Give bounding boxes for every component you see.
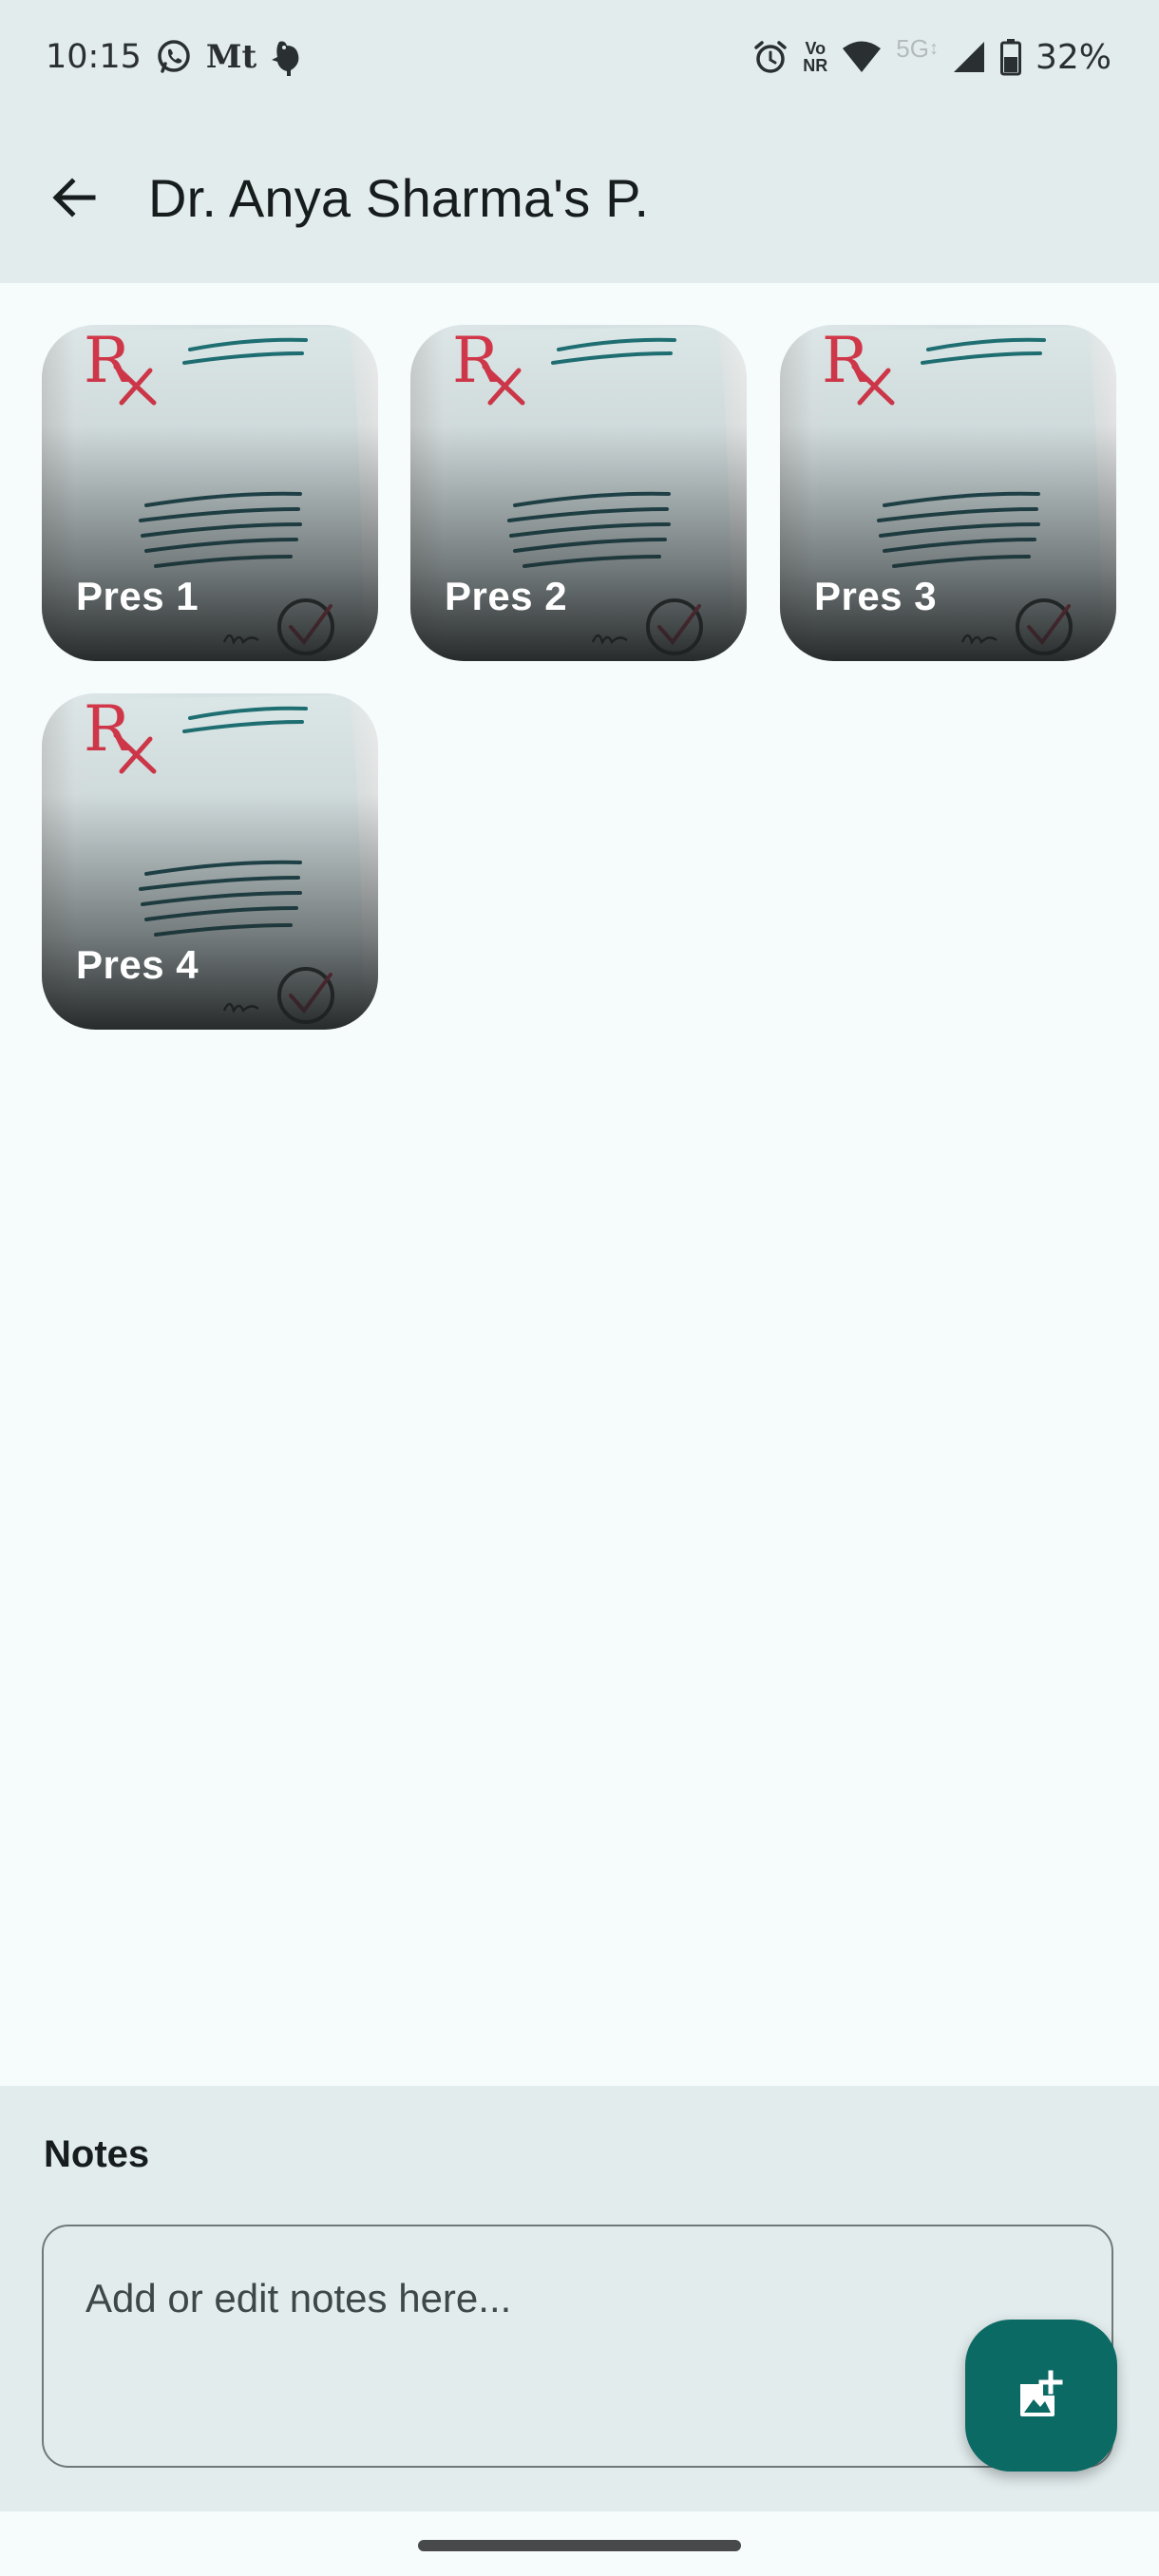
tile-label: Pres 4 bbox=[76, 942, 200, 987]
mail-icon: Mt bbox=[206, 38, 256, 76]
add-photo-button[interactable] bbox=[965, 2320, 1117, 2472]
gesture-nav-bar bbox=[0, 2511, 1159, 2576]
bird-icon bbox=[270, 36, 308, 78]
tile-label: Pres 1 bbox=[76, 574, 200, 618]
notes-heading: Notes bbox=[44, 2133, 150, 2175]
volte-label-top: Vo bbox=[805, 39, 826, 58]
tile-label: Pres 2 bbox=[445, 574, 568, 618]
add-photo-icon bbox=[1020, 2370, 1063, 2416]
status-left: 10:15 Mt bbox=[46, 34, 308, 80]
alarm-icon bbox=[751, 38, 789, 76]
prescription-tile[interactable]: R Pres 2 bbox=[410, 325, 747, 661]
carrier-text: Mt bbox=[205, 38, 257, 76]
whatsapp-icon bbox=[155, 38, 193, 76]
tile-label: Pres 3 bbox=[814, 574, 938, 618]
prescription-tile[interactable]: R Pres 4 bbox=[42, 693, 378, 1030]
network-type-label: 5G bbox=[896, 34, 929, 63]
volte-icon: Vo NR bbox=[803, 40, 827, 74]
status-right: Vo NR 5G ↕ 32% bbox=[751, 34, 1112, 80]
prescription-tile[interactable]: R Pres 3 bbox=[780, 325, 1116, 661]
signal-icon bbox=[952, 40, 986, 74]
status-time: 10:15 bbox=[46, 38, 142, 76]
notes-placeholder: Add or edit notes here... bbox=[86, 2276, 512, 2320]
battery-icon bbox=[999, 38, 1022, 76]
battery-percent: 32% bbox=[1035, 37, 1112, 77]
network-type: 5G ↕ bbox=[896, 34, 939, 63]
arrow-back-icon bbox=[52, 178, 96, 218]
app-bar: Dr. Anya Sharma's P. bbox=[0, 112, 1159, 283]
notes-input[interactable]: Add or edit notes here... bbox=[42, 2225, 1113, 2468]
volte-label-bottom: NR bbox=[803, 56, 828, 75]
status-bar: 10:15 Mt Vo NR 5G ↕ 32% bbox=[0, 0, 1159, 112]
back-button[interactable] bbox=[38, 161, 110, 234]
wifi-icon bbox=[841, 40, 883, 74]
home-handle[interactable] bbox=[418, 2540, 741, 2551]
prescription-tile[interactable]: R Pres 1 bbox=[42, 325, 378, 661]
page-title: Dr. Anya Sharma's P. bbox=[148, 168, 650, 228]
